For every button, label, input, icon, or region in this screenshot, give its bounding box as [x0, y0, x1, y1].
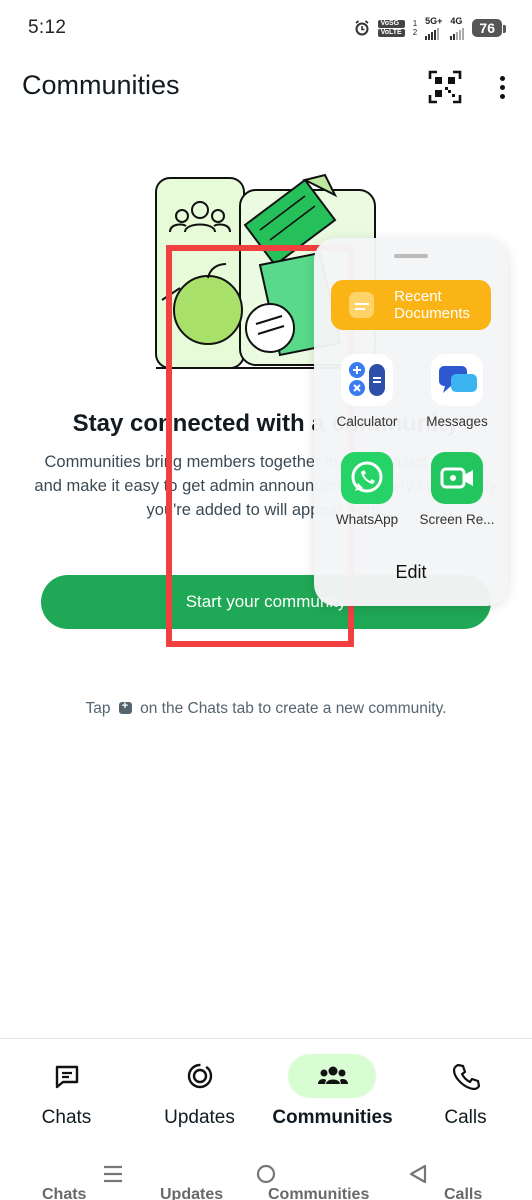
signal-sim2: 4G — [450, 16, 465, 40]
qr-code-button[interactable] — [428, 70, 462, 104]
back-icon[interactable] — [398, 1160, 438, 1188]
document-icon — [349, 292, 375, 318]
whatsapp-icon — [341, 452, 393, 504]
tab-calls[interactable]: Calls — [399, 1039, 532, 1151]
page-title: Communities — [22, 70, 180, 100]
tab-communities[interactable]: Communities — [266, 1039, 399, 1151]
battery-indicator: 76 — [472, 19, 506, 37]
signal-bars-icon — [425, 26, 442, 40]
calls-icon — [452, 1063, 480, 1091]
tab-chats[interactable]: Chats — [0, 1039, 133, 1151]
smart-sidebar-panel: Recent Documents Calculator Messages Wha… — [314, 238, 508, 606]
new-chat-icon — [118, 700, 132, 714]
app-whatsapp[interactable]: WhatsApp — [324, 452, 410, 527]
messages-icon — [431, 354, 483, 406]
home-icon[interactable] — [246, 1160, 286, 1188]
signal-bars-icon — [450, 26, 465, 40]
sim-numbers: 12 — [412, 19, 418, 37]
updates-icon — [187, 1063, 212, 1089]
edit-button[interactable]: Edit — [314, 562, 508, 583]
volte-badge: VoSG VoLTE — [377, 19, 405, 37]
more-options-button[interactable] — [490, 70, 514, 104]
status-icons: VoSG VoLTE 12 5G+ 4G 76 — [354, 16, 506, 40]
screen-recorder-icon — [431, 452, 483, 504]
bottom-ghost-labels: Chats Updates Communities Calls — [42, 1186, 483, 1200]
tap-hint: Tap on the Chats tab to create a new com… — [0, 700, 532, 718]
status-bar: 5:12 VoSG VoLTE 12 5G+ 4G 76 — [0, 0, 532, 60]
app-calculator[interactable]: Calculator — [324, 354, 410, 429]
calculator-icon — [341, 354, 393, 406]
bottom-navigation: Chats Updates Communities Calls — [0, 1038, 532, 1151]
menu-icon[interactable] — [93, 1160, 133, 1188]
drag-handle[interactable] — [394, 254, 428, 258]
app-messages[interactable]: Messages — [414, 354, 500, 429]
qr-code-icon — [428, 70, 462, 104]
communities-icon — [317, 1066, 348, 1084]
app-screen-recorder[interactable]: Screen Re... — [414, 452, 500, 527]
chats-icon — [55, 1065, 78, 1089]
tab-updates[interactable]: Updates — [133, 1039, 266, 1151]
signal-sim1: 5G+ — [425, 16, 442, 40]
status-time: 5:12 — [28, 17, 67, 38]
alarm-icon — [355, 20, 369, 36]
more-vertical-icon — [499, 75, 505, 81]
recent-documents-button[interactable]: Recent Documents — [331, 280, 491, 330]
